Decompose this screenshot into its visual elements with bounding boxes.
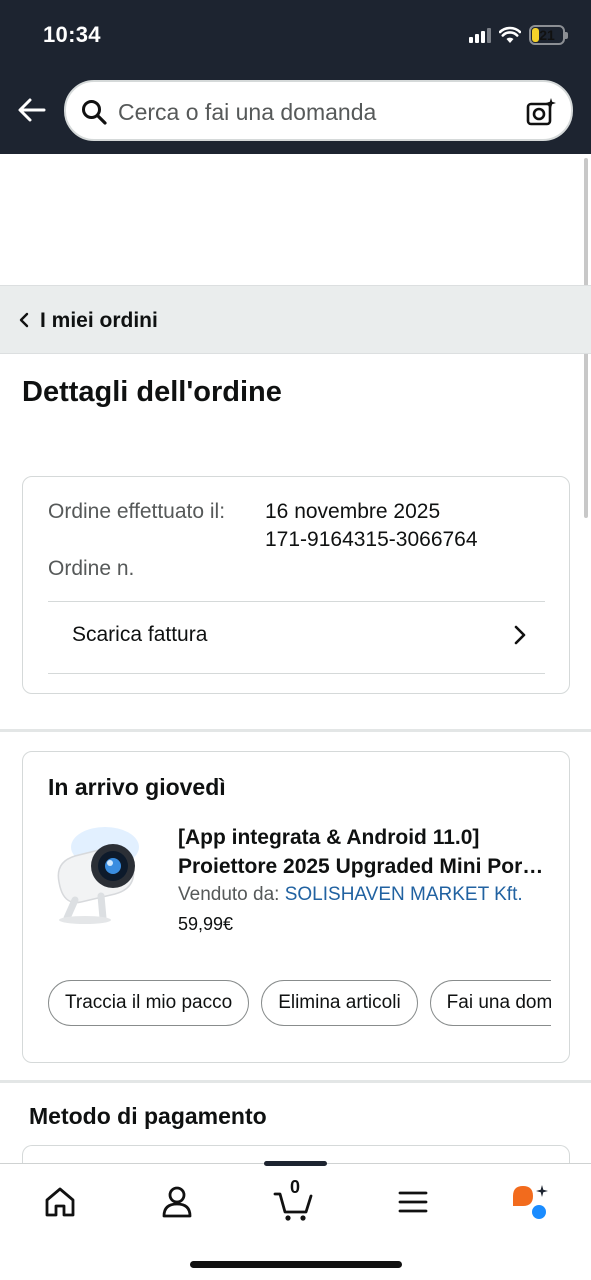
remove-items-button[interactable]: Elimina articoli (261, 980, 418, 1026)
home-indicator[interactable] (190, 1261, 402, 1268)
product-image[interactable] (45, 822, 157, 927)
section-separator (0, 729, 591, 732)
product-title[interactable]: [App integrata & Android 11.0] Proiettor… (178, 823, 548, 881)
ask-question-button[interactable]: Fai una domanda (429, 980, 551, 1026)
product-title-line1: [App integrata & Android 11.0] (178, 826, 480, 849)
battery-icon: 21 (529, 25, 568, 45)
search-icon (82, 100, 107, 125)
search-placeholder: Cerca o fai una domanda (118, 99, 377, 125)
order-number: 171-9164315-3066764 (265, 528, 478, 551)
status-time: 10:34 (43, 22, 101, 47)
seller-info: Venduto da: SOLISHAVEN MARKET Kft. (178, 884, 523, 906)
active-tab-indicator (264, 1161, 327, 1166)
back-arrow-icon[interactable] (16, 94, 48, 126)
seller-link[interactable]: SOLISHAVEN MARKET Kft. (285, 884, 523, 905)
sold-by-label: Venduto da: (178, 884, 280, 905)
cellular-signal-icon (469, 27, 491, 43)
page-title: Dettagli dell'ordine (22, 376, 282, 408)
arrival-status: In arrivo giovedì (48, 774, 226, 800)
order-number-label: Ordine n. (48, 557, 135, 580)
track-package-button[interactable]: Traccia il mio pacco (48, 980, 250, 1026)
shipment-actions: Traccia il mio pacco Elimina articoli Fa… (48, 980, 551, 1028)
battery-percent: 21 (539, 27, 555, 43)
section-separator (0, 1080, 591, 1083)
home-icon[interactable] (40, 1182, 80, 1222)
wifi-icon (499, 26, 521, 43)
order-placed-label: Ordine effettuato il: (48, 500, 226, 523)
chevron-left-icon (19, 312, 29, 328)
breadcrumb[interactable]: I miei ordini (0, 285, 591, 354)
status-icons: 21 (469, 24, 568, 46)
breadcrumb-label: I miei ordini (40, 309, 158, 332)
download-invoice-label: Scarica fattura (72, 623, 208, 646)
product-price: 59,99€ (178, 914, 234, 934)
divider (48, 673, 545, 674)
account-icon[interactable] (157, 1182, 197, 1222)
order-date: 16 novembre 2025 (265, 500, 441, 523)
product-title-line2: Proiettore 2025 Upgraded Mini Portatile (178, 855, 548, 878)
top-header: 10:34 21 Cerca o fai una domanda (0, 0, 591, 154)
menu-icon[interactable] (393, 1182, 433, 1222)
chevron-right-icon (514, 625, 526, 645)
order-summary-card: Ordine effettuato il: Ordine n. 16 novem… (22, 476, 570, 694)
search-input[interactable]: Cerca o fai una domanda (64, 80, 573, 141)
cart-count: 0 (290, 1177, 301, 1197)
camera-search-icon[interactable] (525, 96, 557, 128)
shipment-card: In arrivo giovedì [App integrata & Andro… (22, 751, 570, 1063)
rufus-ai-icon[interactable] (509, 1182, 549, 1222)
download-invoice-row[interactable]: Scarica fattura (48, 601, 545, 673)
payment-method-title: Metodo di pagamento (29, 1103, 267, 1129)
